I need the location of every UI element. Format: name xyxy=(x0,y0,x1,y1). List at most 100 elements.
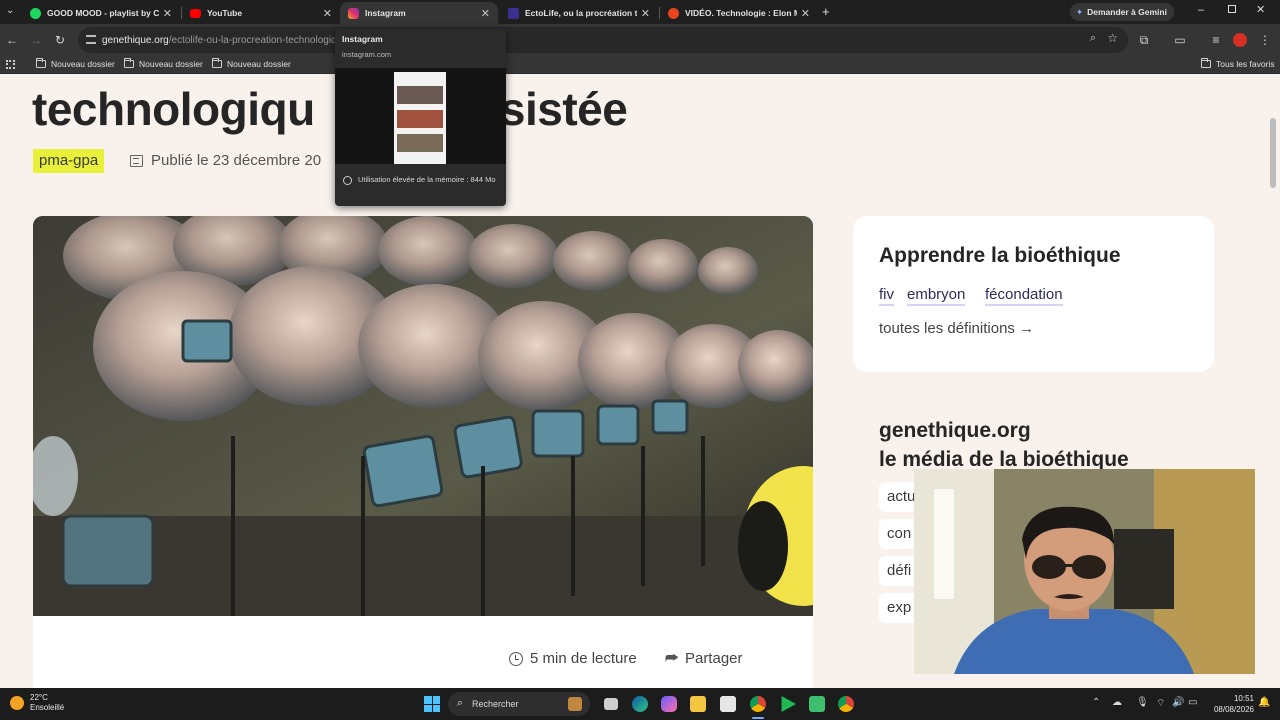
page-scrollbar[interactable] xyxy=(1270,118,1276,188)
close-icon[interactable]: ✕ xyxy=(641,7,650,20)
system-clock[interactable]: 10:51 08/08/2026 xyxy=(1206,693,1254,715)
tab-video-musk[interactable]: VIDÉO. Technologie : Elon Musk ✕ xyxy=(660,2,818,24)
media-control-icon[interactable]: ≡ xyxy=(1208,33,1224,47)
zoom-icon[interactable]: ⌕ xyxy=(1090,32,1096,45)
artificial-wombs-illustration xyxy=(33,216,813,616)
bookmark-folder[interactable]: Nouveau dossier xyxy=(124,58,203,69)
tab-hover-card: Instagram instagram.com Utilisation élev… xyxy=(335,28,506,206)
learn-title: Apprendre la bioéthique xyxy=(879,244,1121,267)
hover-card-url: instagram.com xyxy=(342,50,392,59)
article-hero-image xyxy=(33,216,813,616)
extensions-icon[interactable]: ⧉ xyxy=(1136,33,1152,47)
menu-icon[interactable]: ⋮ xyxy=(1257,33,1273,47)
forward-icon[interactable]: → xyxy=(28,33,44,47)
close-window-icon[interactable]: ✕ xyxy=(1256,3,1265,16)
media-player-icon[interactable] xyxy=(781,696,796,712)
clock-date: 08/08/2026 xyxy=(1213,705,1254,714)
edge-icon[interactable] xyxy=(632,696,648,712)
site-info-icon[interactable] xyxy=(86,35,96,44)
address-domain: genethique.org xyxy=(102,34,169,46)
keyword-link-fiv[interactable]: fiv xyxy=(879,286,894,306)
hover-card-thumbnail xyxy=(335,68,506,164)
bookmark-star-icon[interactable]: ☆ xyxy=(1107,31,1118,45)
search-highlight-icon xyxy=(568,697,582,711)
chrome-active-indicator xyxy=(752,717,764,719)
chrome-alt-icon[interactable] xyxy=(838,696,854,712)
bookmark-folder-label: Nouveau dossier xyxy=(227,59,291,69)
gemini-button[interactable]: ✦ Demander à Gemini xyxy=(1070,3,1174,21)
tab-ectolife[interactable]: EctoLife, ou la procréation tec ✕ xyxy=(500,2,658,24)
hover-card-memory: Utilisation élevée de la mémoire : 844 M… xyxy=(358,175,496,184)
folder-icon xyxy=(124,58,134,68)
start-windows-icon[interactable] xyxy=(424,696,440,712)
apps-grid-icon[interactable] xyxy=(6,60,15,69)
headline-left: technologiqu xyxy=(32,83,315,135)
keyword-link-embryon[interactable]: embryon xyxy=(907,286,966,306)
tab-search-icon[interactable]: ⌄ xyxy=(6,5,14,16)
tab-youtube[interactable]: YouTube ✕ xyxy=(182,2,340,24)
search-icon: ⌕ xyxy=(457,697,464,709)
wifi-icon[interactable]: ⌔ xyxy=(1156,697,1165,710)
volume-icon[interactable]: 🔊 xyxy=(1172,697,1184,708)
read-time: 5 min de lecture xyxy=(509,650,637,667)
all-definitions-link[interactable]: toutes les définitions → xyxy=(879,320,1034,337)
all-bookmarks-label: Tous les favoris xyxy=(1216,59,1275,69)
tray-chevron-icon[interactable]: ⌃ xyxy=(1092,697,1100,708)
folder-icon xyxy=(1201,58,1211,68)
published-text: Publié le 23 décembre 20 xyxy=(151,152,322,169)
gemini-icon: ✦ xyxy=(1076,6,1084,17)
article-meta-card: 5 min de lecture ⮫ Partager xyxy=(33,616,813,688)
task-view-icon[interactable] xyxy=(604,698,618,710)
share-button[interactable]: ⮫ Partager xyxy=(665,650,743,667)
all-bookmarks[interactable]: Tous les favoris xyxy=(1201,58,1275,69)
copilot-icon[interactable] xyxy=(661,696,677,712)
tab-strip: ⌄ GOOD MOOD - playlist by Cs ✕ YouTube ✕… xyxy=(0,0,1280,24)
article-headline: technologiqu assistée xyxy=(32,82,628,136)
weather-temp: 22°C xyxy=(30,693,48,702)
share-icon: ⮫ xyxy=(665,650,679,667)
published-date: Publié le 23 décembre 20 xyxy=(130,152,321,169)
folder-icon xyxy=(212,58,222,68)
close-icon[interactable]: ✕ xyxy=(481,7,490,20)
bookmark-folder[interactable]: Nouveau dossier xyxy=(36,58,115,69)
weather-widget[interactable]: 22°C Ensoleillé xyxy=(10,693,64,713)
file-explorer-icon[interactable] xyxy=(690,696,706,712)
maximize-icon[interactable] xyxy=(1228,5,1236,13)
read-time-text: 5 min de lecture xyxy=(530,650,637,667)
close-icon[interactable]: ✕ xyxy=(801,7,810,20)
address-bar[interactable]: genethique.org/ectolife-ou-la-procreatio… xyxy=(78,27,1128,53)
reload-icon[interactable]: ↻ xyxy=(52,33,68,47)
battery-icon[interactable]: ▭ xyxy=(1188,697,1197,708)
tab-instagram[interactable]: Instagram ✕ xyxy=(340,2,498,24)
store-icon[interactable] xyxy=(720,696,736,712)
tab-spotify[interactable]: GOOD MOOD - playlist by Cs ✕ xyxy=(22,2,180,24)
tab-title: GOOD MOOD - playlist by Cs xyxy=(47,8,159,18)
gemini-label: Demander à Gemini xyxy=(1087,7,1167,17)
close-icon[interactable]: ✕ xyxy=(323,7,332,20)
bookmark-folder[interactable]: Nouveau dossier xyxy=(212,58,291,69)
terminal-icon[interactable] xyxy=(809,696,825,712)
genethique-icon xyxy=(508,7,519,19)
taskbar-search[interactable]: ⌕ Rechercher xyxy=(448,692,590,716)
profile-avatar[interactable] xyxy=(1233,33,1247,47)
weather-condition: Ensoleillé xyxy=(30,703,65,712)
instagram-icon xyxy=(348,7,359,19)
webcam-person-image xyxy=(914,469,1255,674)
close-icon[interactable]: ✕ xyxy=(163,7,172,20)
sun-icon xyxy=(10,696,24,710)
category-tag[interactable]: pma-gpa xyxy=(33,149,105,173)
back-icon[interactable]: ← xyxy=(4,33,20,47)
sidepanel-icon[interactable]: ▭ xyxy=(1172,33,1188,47)
new-tab-icon[interactable]: + xyxy=(822,4,830,19)
clock-time: 10:51 xyxy=(1233,694,1254,703)
address-path: /ectolife-ou-la-procreation-technologiqu xyxy=(168,34,343,46)
notification-bell-icon[interactable]: 🔔 xyxy=(1258,697,1270,708)
chrome-icon[interactable] xyxy=(750,696,766,712)
keyword-link-fecondation[interactable]: fécondation xyxy=(985,286,1063,306)
tab-title: Instagram xyxy=(365,8,406,18)
microphone-icon[interactable]: 🎙 xyxy=(1136,697,1149,708)
minimize-icon[interactable]: – xyxy=(1198,4,1204,16)
folder-icon xyxy=(36,58,46,68)
windows-taskbar: 22°C Ensoleillé ⌕ Rechercher ⌃ ☁ 🎙 ⌔ 🔊 ▭ … xyxy=(0,688,1280,720)
network-icon[interactable]: ☁ xyxy=(1112,697,1122,708)
